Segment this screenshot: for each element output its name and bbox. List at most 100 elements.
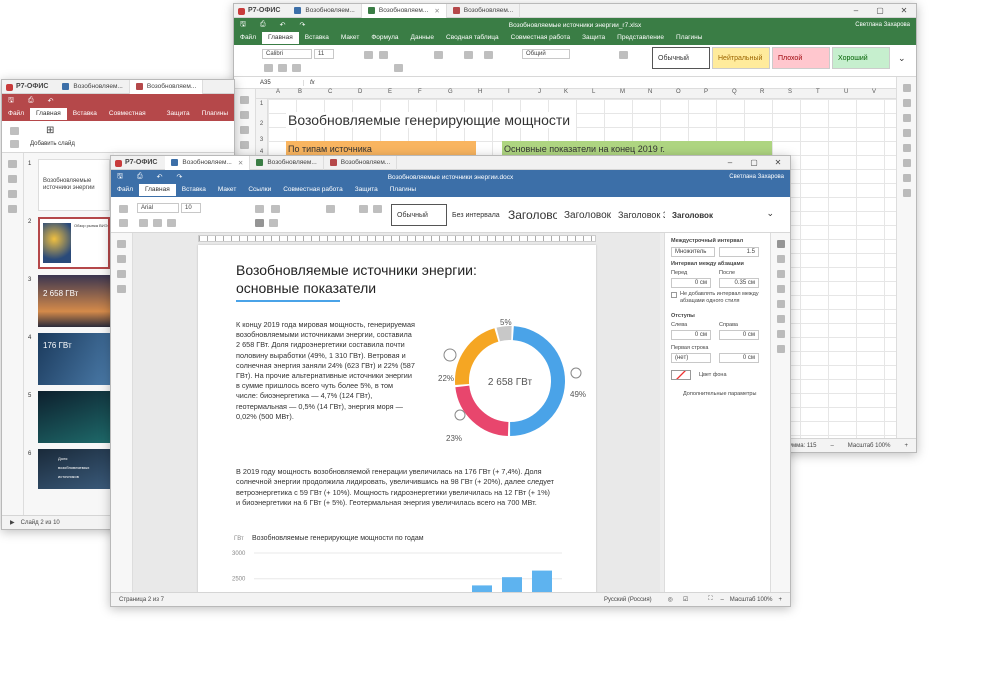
- document-heading[interactable]: Возобновляемые источники энергии: основн…: [236, 261, 496, 297]
- paragraph-1[interactable]: К концу 2019 года мировая мощность, гене…: [236, 320, 416, 422]
- tab-plugins[interactable]: Плагины: [384, 184, 422, 196]
- tab-insert[interactable]: Вставка: [67, 108, 103, 120]
- tab-insert[interactable]: Вставка: [299, 32, 335, 44]
- number-format-select[interactable]: Общий: [522, 49, 570, 59]
- maximize-button[interactable]: ▢: [742, 158, 766, 167]
- tab-collab[interactable]: Совместная работа: [505, 32, 576, 44]
- tab-pptx[interactable]: Возобновляем...: [447, 4, 521, 18]
- align-left-icon[interactable]: [255, 219, 264, 227]
- tab-formula[interactable]: Формула: [365, 32, 404, 44]
- tab-pptx[interactable]: Возобновляем...: [129, 80, 204, 94]
- tab-references[interactable]: Ссылки: [242, 184, 277, 196]
- bar[interactable]: [532, 570, 552, 592]
- numbering-icon[interactable]: [271, 205, 280, 213]
- copy-icon[interactable]: [119, 205, 128, 213]
- horizontal-ruler[interactable]: [198, 235, 596, 242]
- tab-file[interactable]: Файл: [111, 184, 139, 196]
- tab-plugins[interactable]: Плагины: [670, 32, 708, 44]
- comments-icon[interactable]: [117, 255, 126, 263]
- speaker-icon[interactable]: [8, 205, 17, 213]
- insert-picture-icon[interactable]: [373, 205, 382, 213]
- font-select[interactable]: Arial: [137, 203, 179, 213]
- first-line-input[interactable]: 0 см: [719, 353, 759, 363]
- tab-xlsx[interactable]: Возобновляем... ✕: [361, 4, 447, 18]
- image-settings-icon[interactable]: [902, 129, 911, 137]
- tab-doc[interactable]: Возобновляем...: [56, 80, 130, 94]
- tab-collab[interactable]: Совместная работа: [103, 108, 161, 129]
- feedback-icon[interactable]: [117, 285, 126, 293]
- pivot-settings-icon[interactable]: [902, 174, 911, 182]
- underline-icon[interactable]: [292, 64, 301, 72]
- zoom-out-button[interactable]: –: [720, 597, 723, 603]
- slides-icon[interactable]: [8, 175, 17, 183]
- sum-icon[interactable]: [434, 51, 443, 59]
- tab-pptx[interactable]: Возобновляем...: [324, 156, 398, 170]
- minimize-button[interactable]: –: [844, 6, 868, 15]
- close-button[interactable]: ✕: [892, 6, 916, 15]
- print-icon[interactable]: ⎙: [137, 173, 143, 181]
- tab-layout[interactable]: Макет: [335, 32, 365, 44]
- donut-chart[interactable]: 2 658 ГВт 49% 23% 22% 5%: [430, 315, 590, 445]
- slide-thumb-5[interactable]: [38, 391, 110, 443]
- slide-thumb-6[interactable]: Доля возобновляемых источников: [38, 449, 110, 489]
- fit-page-icon[interactable]: ⛶: [708, 596, 712, 603]
- style-heading-3[interactable]: Заголовок 3: [613, 204, 665, 226]
- wrap-icon[interactable]: [394, 64, 403, 72]
- minimize-button[interactable]: –: [718, 158, 742, 167]
- tab-doc[interactable]: Возобновляем...: [288, 4, 362, 18]
- indent-right-input[interactable]: 0 см: [719, 330, 759, 340]
- paragraph-2[interactable]: В 2019 году мощность возобновляемой гене…: [236, 467, 556, 509]
- copy-style-icon[interactable]: [359, 205, 368, 213]
- style-normal[interactable]: Обычный: [391, 204, 447, 226]
- slide-thumb-3[interactable]: 2 658 ГВт: [38, 275, 110, 327]
- chart-settings-icon[interactable]: [902, 144, 911, 152]
- tab-home[interactable]: Главная: [29, 108, 67, 120]
- search-icon[interactable]: [240, 96, 249, 104]
- save-icon[interactable]: 🖫: [8, 96, 14, 107]
- comments-icon[interactable]: [8, 190, 17, 198]
- tab-docx[interactable]: Возобновляем... ✕: [165, 156, 251, 170]
- redo-icon[interactable]: ↷: [176, 173, 182, 181]
- undo-icon[interactable]: ↶: [280, 21, 286, 29]
- tab-home[interactable]: Главная: [261, 32, 299, 44]
- chat-icon[interactable]: [240, 126, 249, 134]
- user-name[interactable]: Светлана Захарова: [855, 22, 910, 28]
- slide-thumb-4[interactable]: 176 ГВт: [38, 333, 110, 385]
- style-neutral[interactable]: Нейтральный: [712, 47, 770, 69]
- style-good[interactable]: Хороший: [832, 47, 890, 69]
- print-icon[interactable]: ⎙: [260, 21, 266, 29]
- style-title[interactable]: Заголовок: [667, 204, 721, 226]
- tab-protect[interactable]: Защита: [349, 184, 384, 196]
- fx-icon[interactable]: fx: [304, 80, 321, 86]
- tab-protect[interactable]: Защита: [576, 32, 611, 44]
- tab-xlsx[interactable]: Возобновляем...: [250, 156, 324, 170]
- spellcheck-icon[interactable]: ☑: [683, 596, 688, 603]
- table-settings-icon[interactable]: [902, 99, 911, 107]
- line-spacing-value[interactable]: 1.5: [719, 247, 759, 257]
- advanced-settings-link[interactable]: Дополнительные параметры: [683, 391, 756, 397]
- sort-icon[interactable]: [464, 51, 473, 59]
- first-line-select[interactable]: (нет): [671, 353, 711, 363]
- globe-icon[interactable]: ◎: [668, 596, 673, 603]
- cell-reference-input[interactable]: A35: [234, 79, 304, 86]
- bullets-icon[interactable]: [255, 205, 264, 213]
- bar[interactable]: [502, 577, 522, 592]
- bar-chart[interactable]: ГВт Возобновляемые генерирующие мощности…: [232, 535, 562, 592]
- navigation-icon[interactable]: [117, 270, 126, 278]
- tab-home[interactable]: Главная: [138, 184, 176, 196]
- align-icon[interactable]: [364, 51, 373, 59]
- search-icon[interactable]: [117, 240, 126, 248]
- signature-icon[interactable]: [902, 189, 911, 197]
- indent-left-input[interactable]: 0 см: [671, 330, 711, 340]
- tab-file[interactable]: Файл: [2, 108, 30, 120]
- close-icon[interactable]: ✕: [238, 159, 243, 167]
- no-space-checkbox[interactable]: [671, 292, 677, 298]
- italic-icon[interactable]: [153, 219, 162, 227]
- underline-icon[interactable]: [167, 219, 176, 227]
- image-settings-icon[interactable]: [776, 270, 785, 278]
- maximize-button[interactable]: ▢: [868, 6, 892, 15]
- play-icon[interactable]: ▶: [10, 519, 15, 526]
- close-icon[interactable]: ✕: [434, 7, 439, 15]
- tab-view[interactable]: Представление: [611, 32, 670, 44]
- add-slide-button[interactable]: Добавить слайд: [30, 141, 75, 147]
